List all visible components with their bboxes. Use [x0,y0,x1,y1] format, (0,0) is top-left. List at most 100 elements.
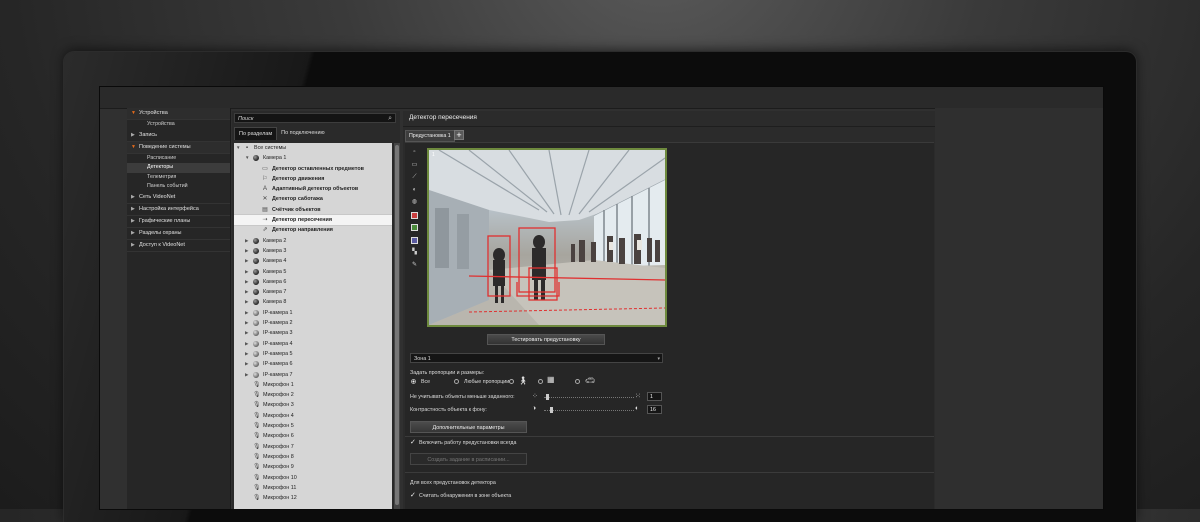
tree-camera[interactable]: ▶ Камера 3 [234,246,392,256]
expand-arrow-icon[interactable]: ▶ [245,267,248,277]
green-zone-icon[interactable] [411,224,418,231]
tree-ip-camera[interactable]: ▶ IP-камера 5 [234,349,392,359]
tree-camera[interactable]: ▼ Камера 1 [234,153,392,163]
expand-arrow-icon[interactable]: ▶ [245,246,248,256]
ignore-small-slider-thumb[interactable] [546,394,549,400]
expand-arrow-icon[interactable]: ▶ [245,359,248,369]
tree-camera[interactable]: ▶ Камера 7 [234,287,392,297]
always-on-checkbox[interactable]: ✓ [410,439,416,446]
radio-vehicle[interactable] [575,379,580,384]
tree-camera[interactable]: ▶ Камера 8 [234,297,392,307]
radio-group[interactable] [538,379,543,384]
tree-root[interactable]: ▼ ▪ Все системы [234,143,392,153]
contrast-slider-track[interactable] [544,410,634,412]
circle-tool-icon[interactable]: ◍ [411,199,418,206]
search-icon[interactable]: ⌕ [388,114,392,124]
red-zone-icon[interactable] [411,211,418,219]
expand-arrow-icon[interactable]: ▶ [245,297,248,307]
contrast-value[interactable]: 16 [647,405,662,414]
radio-all[interactable] [411,379,416,384]
contrast-tool-icon[interactable]: ◐ [411,187,418,194]
tree-detector[interactable]: ▤ Счётчик объектов [234,205,392,215]
count-detections-checkbox[interactable]: ✓ [410,492,416,499]
tree-detector[interactable]: ⇗ Детектор направления [234,225,392,235]
expand-arrow-icon[interactable]: ▶ [245,287,248,297]
chevron-down-icon[interactable]: ▾ [657,354,660,364]
tree-microphone[interactable]: 🎙︎ Микрофон 8 [234,452,392,462]
tab-by-sections[interactable]: По разделам [234,127,278,140]
schedule-task-button[interactable]: Создать задание в расписании... [410,453,527,465]
collapse-arrow-icon[interactable]: ▼ [245,153,249,163]
tree-detector[interactable]: ⚐ Детектор движения [234,174,392,184]
expand-arrow-icon[interactable]: ▶ [245,339,248,349]
test-preset-button[interactable]: Тестировать предустановку [487,334,605,345]
nav-group-videonet[interactable]: ▶ Сеть VideoNet [127,192,230,204]
tab-by-connection[interactable]: По подключению [277,127,329,140]
tree-camera[interactable]: ▶ Камера 4 [234,256,392,266]
nav-group-security-zones[interactable]: ▶ Разделы охраны [127,228,230,240]
nav-group-videonet-access[interactable]: ▶ Доступ к VideoNet [127,240,230,252]
tree-microphone[interactable]: 🎙︎ Микрофон 12 [234,493,392,503]
tree-camera[interactable]: ▶ Камера 2 [234,236,392,246]
select-tool-icon[interactable]: ▫ [411,149,418,156]
expand-arrow-icon[interactable]: ▶ [245,277,248,287]
nav-item-schedule[interactable]: Расписание [127,154,230,164]
tree-camera[interactable]: ▶ Камера 5 [234,267,392,277]
tree-microphone[interactable]: 🎙︎ Микрофон 4 [234,411,392,421]
ignore-small-value[interactable]: 1 [647,392,662,401]
nav-item-telemetry[interactable]: Телеметрия [127,173,230,183]
tree-ip-camera[interactable]: ▶ IP-камера 1 [234,308,392,318]
nav-item-event-panel[interactable]: Панель событий [127,182,230,192]
nav-item-devices[interactable]: Устройства [127,120,230,130]
pen-tool-icon[interactable]: ✎ [411,262,418,269]
camera-preview[interactable]: 1 [427,148,667,327]
scrollbar-thumb[interactable] [395,145,399,505]
tree-ip-camera[interactable]: ▶ IP-камера 3 [234,328,392,338]
expand-arrow-icon[interactable]: ▶ [245,308,248,318]
tree-ip-camera[interactable]: ▶ IP-камера 2 [234,318,392,328]
expand-arrow-icon[interactable]: ▶ [245,328,248,338]
tree-ip-camera[interactable]: ▶ IP-камера 4 [234,339,392,349]
tree-ip-camera[interactable]: ▶ IP-камера 6 [234,359,392,369]
rectangle-tool-icon[interactable]: ▭ [411,162,418,169]
nav-group-system-behavior[interactable]: ▼ Поведение системы [127,141,230,154]
chart-tool-icon[interactable]: ▚ [411,249,418,256]
tree-ip-camera[interactable]: ▶ IP-камера 7 [234,370,392,380]
line-tool-icon[interactable]: ⟋ [411,174,418,181]
tree-microphone[interactable]: 🎙︎ Микрофон 2 [234,390,392,400]
nav-item-detectors[interactable]: Детекторы [127,163,230,173]
tree-microphone[interactable]: 🎙︎ Микрофон 3 [234,400,392,410]
tree-detector[interactable]: ▭ Детектор оставленных предметов [234,164,392,174]
contrast-slider-thumb[interactable] [550,407,553,413]
tree-detector[interactable]: ✕ Детектор саботажа [234,194,392,204]
ignore-small-slider-track[interactable] [544,397,634,399]
radio-person[interactable] [509,379,514,384]
nav-group-interface[interactable]: ▶ Настройка интерфейса [127,204,230,216]
collapse-arrow-icon[interactable]: ▼ [236,143,240,153]
tree-microphone[interactable]: 🎙︎ Микрофон 1 [234,380,392,390]
advanced-params-button[interactable]: Дополнительные параметры [410,421,527,433]
radio-any-proportions[interactable] [454,379,459,384]
tree-microphone[interactable]: 🎙︎ Микрофон 6 [234,431,392,441]
tree-microphone[interactable]: 🎙︎ Микрофон 7 [234,442,392,452]
nav-group-devices[interactable]: ▼ Устройства [127,108,230,120]
expand-arrow-icon[interactable]: ▶ [245,256,248,266]
tree-microphone[interactable]: 🎙︎ Микрофон 9 [234,462,392,472]
expand-arrow-icon[interactable]: ▶ [245,236,248,246]
nav-group-recording[interactable]: ▶ Запись [127,130,230,142]
tree-camera[interactable]: ▶ Камера 6 [234,277,392,287]
zone-select[interactable]: Зона 1 ▾ [410,353,663,363]
blue-zone-icon[interactable] [411,236,418,244]
expand-arrow-icon[interactable]: ▶ [245,318,248,328]
tree-microphone[interactable]: 🎙︎ Микрофон 11 [234,483,392,493]
expand-arrow-icon[interactable]: ▶ [245,349,248,359]
tree-microphone[interactable]: 🎙︎ Микрофон 5 [234,421,392,431]
tree-scrollbar[interactable] [394,143,400,509]
add-preset-button[interactable]: + [454,130,464,140]
tab-preset-1[interactable]: Предустановка 1 [405,130,455,142]
tree-detector[interactable]: A Адаптивный детектор объектов [234,184,392,194]
search-input[interactable]: Поиск ⌕ [234,113,396,123]
tree-detector[interactable]: ⇢ Детектор пересечения [234,214,392,227]
nav-group-plans[interactable]: ▶ Графические планы [127,216,230,228]
expand-arrow-icon[interactable]: ▶ [245,370,248,380]
